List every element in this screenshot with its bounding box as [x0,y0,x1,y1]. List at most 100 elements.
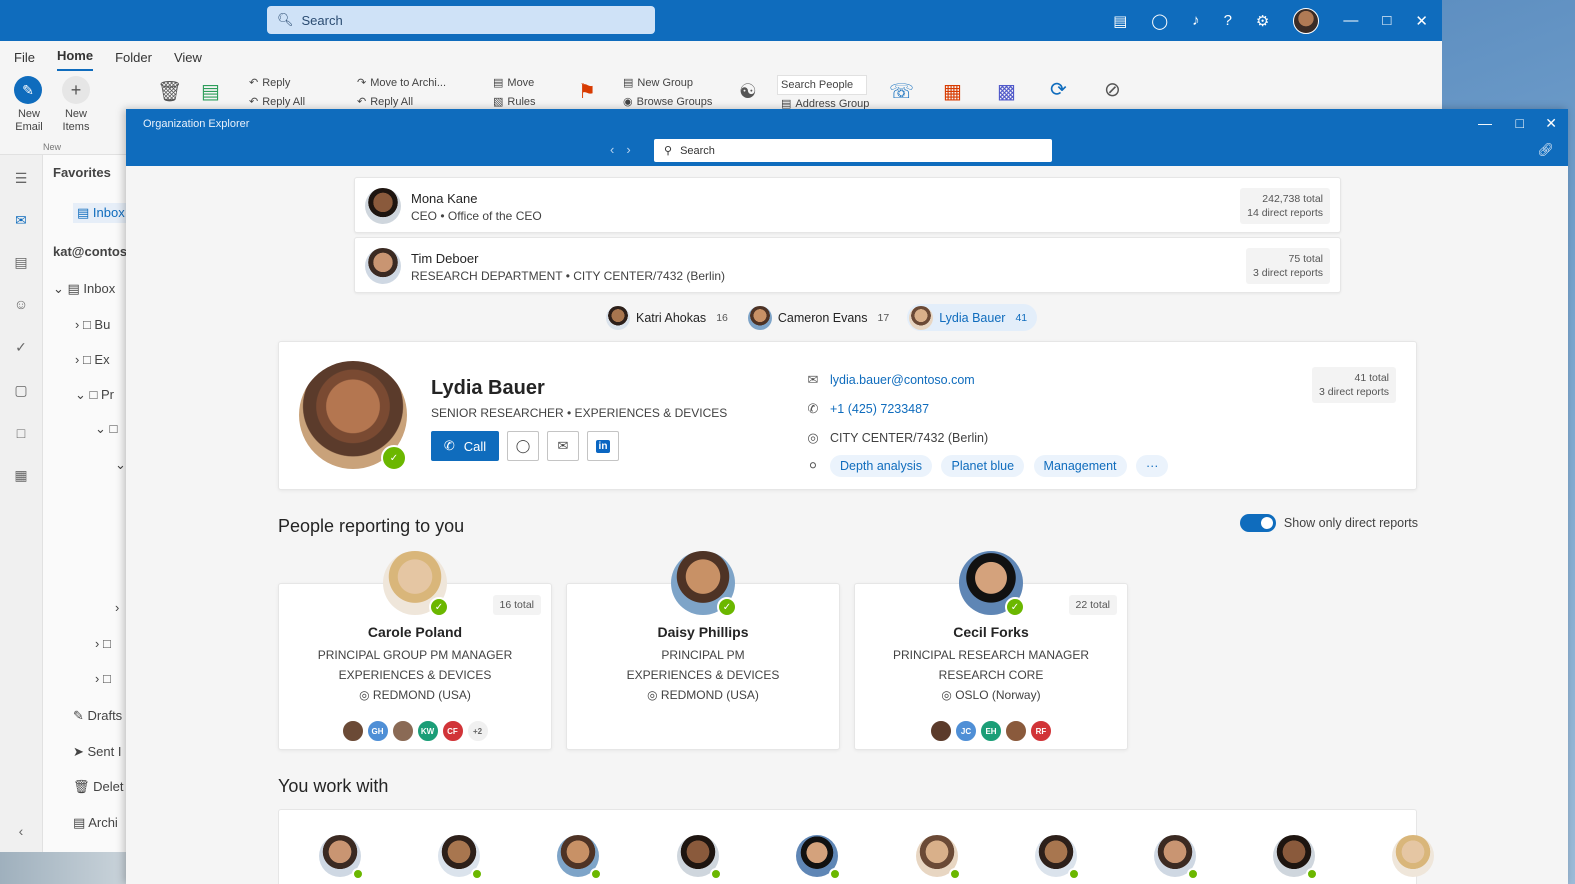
share-link-icon[interactable]: 🔗︎ [1537,142,1554,158]
account-avatar[interactable] [1293,7,1320,34]
team-member-avatar[interactable]: +2 [466,720,489,742]
coworker-avatar[interactable] [1035,835,1080,880]
team-member-avatar[interactable]: RF [1030,720,1052,742]
outlook-search-box[interactable]: 🔍︎ Search [267,6,655,34]
team-member-avatar[interactable]: CF [441,720,464,742]
close-icon[interactable]: ✕ [1415,12,1428,30]
minimize-icon[interactable]: — [1478,115,1492,131]
team-member-avatar[interactable] [1005,720,1027,742]
team-member-avatar[interactable] [341,720,364,742]
folder-sub-8[interactable]: › □ [95,671,111,686]
folder-sub-1[interactable]: › □ Bu [75,317,110,332]
folder-sub-6-toggle[interactable]: › [115,600,119,615]
flag-icon[interactable]: ⚑ [578,79,596,104]
skill-tag[interactable]: Management [1033,455,1127,477]
archive-icon[interactable]: ▤ [201,79,220,104]
new-email-icon[interactable]: ✎ [14,76,42,104]
viva-insights-icon[interactable]: ⟳ [1050,77,1067,102]
manager-card-ceo[interactable]: Mona Kane CEO • Office of the CEO 242,73… [354,177,1341,233]
folder-sub-7[interactable]: › □ [95,636,111,651]
chat-icon[interactable]: ◯ [1151,12,1168,30]
email-button[interactable]: ✉ [547,431,579,461]
todo-icon[interactable]: ✓ [13,339,29,355]
maximize-icon[interactable]: □ [1382,12,1391,29]
peer-chip[interactable]: Cameron Evans 17 [746,304,899,331]
calendar-icon[interactable]: ▤ [13,254,29,270]
new-items-button[interactable]: New Items [56,108,96,134]
coworker-avatar[interactable] [1392,835,1434,877]
apps-icon[interactable]: ▦ [943,79,962,104]
skill-tag[interactable]: Planet blue [941,455,1025,477]
org-chart-icon[interactable]: ☯ [739,79,757,104]
reply-button[interactable]: ↶ Reply [249,76,290,90]
folder-sent[interactable]: ➤ Sent I [73,744,121,760]
mail-icon[interactable]: ✉ [13,212,29,228]
org-search-box[interactable]: ⚲ Search [654,139,1052,162]
coworker-avatar[interactable] [1273,835,1318,880]
reply-all-button[interactable]: ↶ Reply All [249,95,305,109]
coworker-avatar[interactable] [557,835,602,880]
account-header[interactable]: kat@contoso [53,244,126,259]
team-member-avatar[interactable]: KW [416,720,439,742]
back-arrow-icon[interactable]: ‹ [610,142,626,157]
rules-button[interactable]: ▧ Rules [493,95,536,109]
menu-folder[interactable]: Folder [115,50,152,71]
coworker-avatar[interactable] [796,835,841,880]
folder-sub-3[interactable]: ⌄ □ Pr [75,387,114,403]
collapse-icon[interactable]: ‹ [13,823,29,839]
block-icon[interactable]: ⊘ [1104,77,1121,102]
peer-chip[interactable]: Katri Ahokas 16 [604,304,738,331]
email-link[interactable]: lydia.bauer@contoso.com [830,373,975,387]
bell-icon[interactable]: ♪ [1192,12,1200,29]
peer-chip-selected[interactable]: Lydia Bauer 41 [907,304,1038,331]
menu-file[interactable]: File [14,50,35,71]
phone-link[interactable]: +1 (425) 7233487 [830,402,929,416]
team-member-avatar[interactable]: JC [955,720,977,742]
people-icon[interactable]: ☺ [13,296,29,312]
folder-inbox[interactable]: ⌄ ▤ Inbox [53,281,115,297]
gear-icon[interactable]: ⚙ [1256,12,1269,30]
call-button[interactable]: ✆ Call [431,431,499,461]
headset-icon[interactable]: ☏ [889,79,914,104]
forward-arrow-icon[interactable]: › [626,142,642,157]
folder-deleted[interactable]: 🗑︎ Delet [73,779,123,795]
move-button[interactable]: ▤ Move [493,76,534,90]
email-line[interactable]: ✉ lydia.bauer@contoso.com [806,372,975,388]
folder-drafts[interactable]: ✎ Drafts [73,708,122,724]
search-people-input[interactable]: Search People [777,75,867,95]
folder-sub-4[interactable]: ⌄ □ [95,421,117,437]
team-member-avatar[interactable] [391,720,414,742]
menu-view[interactable]: View [174,50,202,71]
manager-card-department[interactable]: Tim Deboer RESEARCH DEPARTMENT • CITY CE… [354,237,1341,293]
toggle-switch[interactable] [1239,514,1276,532]
delete-icon[interactable]: 🗑︎ [157,79,182,104]
coworker-avatar[interactable] [1154,835,1199,880]
apps-rail-icon[interactable]: ▦ [13,467,29,483]
teams-icon[interactable]: ▩ [997,79,1016,104]
folder-sub-2[interactable]: › □ Ex [75,352,110,367]
folder-sub-5-toggle[interactable]: ⌄ [115,457,126,473]
favorites-header[interactable]: Favorites [53,165,111,180]
team-member-avatar[interactable]: EH [980,720,1002,742]
folder-archive[interactable]: ▤ Archi [73,815,118,831]
new-group-button[interactable]: ▤ New Group [623,76,693,90]
coworker-avatar[interactable] [677,835,722,880]
team-member-avatar[interactable] [930,720,952,742]
browse-groups-button[interactable]: ◉ Browse Groups [623,95,712,109]
direct-reports-toggle[interactable]: Show only direct reports [1239,514,1418,532]
coworker-avatar[interactable] [438,835,483,880]
help-icon[interactable]: ? [1224,12,1232,29]
team-member-avatar[interactable]: GH [366,720,389,742]
menu-hamburger-icon[interactable]: ☰ [13,170,29,186]
new-items-icon[interactable]: + [62,76,90,104]
move-to-archive-button[interactable]: ↷ Move to Archi... [357,76,446,90]
coworker-avatar[interactable] [916,835,961,880]
maximize-icon[interactable]: □ [1516,115,1524,131]
skill-tag[interactable]: Depth analysis [830,455,932,477]
reply-all-quick-step[interactable]: ↶ Reply All [357,95,413,109]
favorite-inbox[interactable]: ▤ Inbox [73,203,126,223]
menu-home[interactable]: Home [56,48,94,71]
phone-line[interactable]: ✆ +1 (425) 7233487 [806,401,930,417]
linkedin-button[interactable]: in [587,431,619,461]
files-icon[interactable]: □ [13,425,29,441]
